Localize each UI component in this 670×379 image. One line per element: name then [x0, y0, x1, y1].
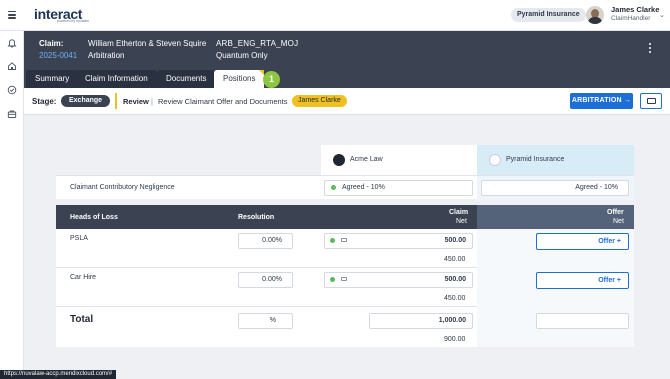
- top-bar: interact powered by nuvalaw Pyramid Insu…: [0, 0, 670, 31]
- party-pyramid: Pyramid Insurance: [477, 145, 634, 175]
- offer-button[interactable]: Offer +: [536, 272, 629, 289]
- claim-type: Arbitration: [88, 51, 125, 60]
- col-offer: Offer: [607, 209, 624, 216]
- claim-amount-field[interactable]: 500.00: [324, 233, 473, 249]
- user-role: ClaimHandler: [611, 15, 651, 22]
- home-icon[interactable]: [7, 61, 17, 71]
- claim-amount: 500.00: [444, 237, 466, 244]
- resolution-input[interactable]: 0.00%: [238, 233, 293, 249]
- claim-label: Claim:: [39, 39, 64, 48]
- party-right-name: Pyramid Insurance: [506, 156, 565, 163]
- party-left-name: Acme Law: [350, 156, 383, 163]
- bell-icon[interactable]: [7, 38, 17, 48]
- left-rail: [0, 31, 24, 379]
- claim-reference: ARB_ENG_RTA_MOJ: [216, 39, 299, 48]
- chat-icon: [647, 98, 656, 104]
- total-label: Total: [70, 314, 94, 325]
- tab-summary[interactable]: Summary: [26, 70, 79, 88]
- negligence-left-value: Agreed - 10%: [342, 184, 385, 191]
- insurer-badge[interactable]: Pyramid Insurance: [511, 8, 586, 22]
- stage-separator: |: [151, 97, 153, 106]
- claim-net: 450.00: [444, 295, 466, 302]
- col-heads-of-loss: Heads of Loss: [70, 214, 118, 221]
- tab-claim-information[interactable]: Claim Information: [76, 70, 157, 88]
- negligence-label: Claimant Contributory Negligence: [70, 184, 175, 191]
- party-acme: Acme Law: [321, 145, 477, 175]
- check-circle-icon[interactable]: [7, 85, 17, 95]
- resolution-input[interactable]: 0.00%: [238, 272, 293, 288]
- claim-names: William Etherton & Steven Squire: [88, 39, 207, 48]
- negligence-right-field[interactable]: Agreed - 10%: [481, 180, 629, 196]
- chevron-down-icon[interactable]: ⌄: [659, 11, 665, 19]
- row-head: Car Hire: [70, 274, 97, 281]
- step-badge: 1: [263, 71, 280, 88]
- row-head: PSLA: [70, 235, 88, 242]
- claim-net: 450.00: [444, 256, 466, 263]
- more-options-icon[interactable]: [649, 43, 652, 54]
- pyramid-logo-icon: [489, 154, 501, 166]
- arbitration-button[interactable]: ARBITRATION →: [570, 93, 633, 109]
- comment-button[interactable]: [640, 93, 662, 109]
- menu-icon[interactable]: [8, 11, 16, 21]
- agreed-status-icon: [330, 276, 335, 282]
- agreed-status-icon: [330, 237, 335, 243]
- comment-icon[interactable]: [341, 238, 347, 243]
- stage-label: Stage:: [32, 97, 57, 106]
- tab-documents[interactable]: Documents: [157, 70, 216, 88]
- table-row: Car Hire 0.00% 500.00 450.00 Offer +: [56, 268, 634, 307]
- total-claim-net: 900.00: [444, 336, 466, 343]
- offer-button[interactable]: Offer +: [536, 233, 629, 250]
- claim-header: Claim: 2025-0041 William Etherton & Stev…: [24, 31, 670, 68]
- logo-subtitle: powered by nuvalaw: [57, 19, 89, 23]
- user-name: James Clarke: [611, 5, 660, 14]
- table-header: Heads of Loss Resolution Claim Net Offer…: [56, 205, 634, 229]
- claim-scope: Quantum Only: [216, 51, 268, 60]
- negligence-left-field[interactable]: Agreed - 10%: [324, 180, 473, 196]
- total-offer-field: [536, 313, 629, 329]
- col-claim-net: Net: [456, 218, 467, 225]
- stage-pill: Exchange: [61, 95, 111, 107]
- total-row: Total % 1,000.00 900.00: [56, 307, 634, 347]
- tab-bar: Summary Claim Information Documents Posi…: [24, 68, 670, 88]
- positions-panel: Acme Law Pyramid Insurance Claimant Cont…: [56, 145, 634, 347]
- claim-amount-field[interactable]: 500.00: [324, 272, 473, 288]
- claim-id-link[interactable]: 2025-0041: [39, 51, 77, 60]
- stage-bar: Stage: Exchange Review | Review Claimant…: [24, 88, 670, 115]
- stage-task: Review Claimant Offer and Documents: [158, 97, 288, 106]
- agreed-status-icon: [331, 184, 336, 190]
- acme-logo-icon: [333, 154, 345, 166]
- negligence-row: Claimant Contributory Negligence Agreed …: [56, 175, 634, 200]
- col-resolution: Resolution: [238, 214, 275, 221]
- total-resolution-input[interactable]: %: [238, 313, 293, 329]
- col-claim: Claim: [449, 209, 469, 216]
- briefcase-icon[interactable]: [7, 109, 17, 119]
- stage-step: Review: [123, 97, 149, 106]
- assignee-badge: James Clarke: [292, 95, 347, 107]
- tab-positions-label: Positions: [223, 74, 256, 83]
- claim-amount: 500.00: [444, 276, 466, 283]
- comment-icon[interactable]: [341, 277, 347, 282]
- tab-positions[interactable]: Positions: [214, 70, 265, 88]
- stage-divider: [115, 93, 117, 109]
- status-url: https://nuvalaw-accp.mendixcloud.com/#: [0, 370, 117, 379]
- col-offer-net: Net: [613, 218, 624, 225]
- table-row: PSLA 0.00% 500.00 450.00 Offer +: [56, 229, 634, 268]
- avatar[interactable]: [586, 6, 604, 24]
- total-claim-amount: 1,000.00: [369, 313, 473, 329]
